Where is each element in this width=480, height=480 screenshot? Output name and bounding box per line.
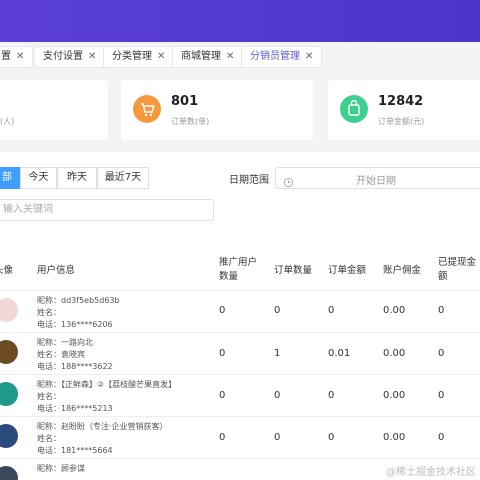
phone: 136****6206 (61, 320, 113, 329)
tab-settings-partial[interactable]: 置 ✕ (0, 46, 34, 68)
promoted-users-value: 0 (219, 305, 226, 316)
field-label: 昵称： (37, 296, 61, 305)
nickname: 【正鲜森】②【荔枝酸芒果直发】 (61, 380, 177, 389)
phone: 186****5213 (61, 404, 113, 413)
nickname: 赵盼盼（专注·企业营销获客） (61, 422, 168, 431)
close-icon[interactable]: ✕ (157, 51, 165, 62)
divider (0, 416, 480, 417)
field-label: 姓名： (37, 308, 61, 317)
field-label: 电话： (37, 320, 61, 329)
promoted-users-value: 0 (219, 348, 226, 359)
bag-icon (340, 95, 368, 123)
clock-icon (283, 173, 294, 192)
date-range-picker[interactable]: 开始日期 (275, 167, 480, 189)
top-header-bar (0, 0, 480, 42)
close-icon[interactable]: ✕ (226, 51, 234, 62)
period-yesterday-button[interactable]: 昨天 (57, 167, 97, 189)
stat-value: 801 (171, 94, 199, 109)
promoted-users-value: 0 (219, 390, 226, 401)
field-label: 电话： (37, 362, 61, 371)
cart-icon (133, 95, 161, 123)
tab-mall-management[interactable]: 商城管理 ✕ (172, 46, 244, 68)
divider (0, 332, 480, 333)
user-info: 昵称：【正鲜森】②【荔枝酸芒果直发】 姓名： 电话：186****5213 (37, 379, 176, 415)
tab-category-management[interactable]: 分类管理 ✕ (103, 46, 175, 68)
real-name: 袁晓宾 (61, 350, 85, 359)
field-label: 昵称： (37, 422, 61, 431)
nickname: dd3f5eb5d63b (61, 296, 120, 305)
tab-distributor-management[interactable]: 分销员管理 ✕ (241, 46, 323, 68)
commission-value: 0.00 (383, 432, 406, 443)
commission-value: 0.00 (383, 348, 406, 359)
column-header-avatar: 头像 (0, 265, 14, 276)
field-label: 姓名： (37, 392, 61, 401)
stat-label: (人) (0, 117, 15, 126)
column-header-withdrawn: 已提现金额 (438, 257, 477, 282)
promoted-users-value: 0 (219, 432, 226, 443)
stat-label: 订单金额(元) (378, 117, 425, 126)
divider (0, 290, 480, 291)
user-info: 昵称：顾参谋 (37, 463, 85, 475)
order-amount-value: 0.01 (328, 348, 351, 359)
tab-label: 商城管理 (181, 51, 221, 62)
tab-label: 支付设置 (43, 51, 83, 62)
nickname: 顾参谋 (61, 464, 85, 473)
field-label: 电话： (37, 446, 61, 455)
order-count-value: 0 (274, 432, 281, 443)
user-info: 昵称：dd3f5eb5d63b 姓名： 电话：136****6206 (37, 295, 120, 331)
phone: 181****5664 (61, 446, 113, 455)
watermark: @稀土掘金技术社区 (386, 467, 476, 478)
close-icon[interactable]: ✕ (305, 51, 313, 62)
start-date-placeholder: 开始日期 (356, 176, 396, 187)
order-amount-value: 0 (328, 390, 335, 401)
column-header-user-info: 用户信息 (37, 265, 76, 276)
period-all-button[interactable]: 部 (0, 167, 20, 189)
stat-value: 12842 (378, 94, 424, 109)
order-amount-value: 0 (328, 432, 335, 443)
stat-card-order-amount: 12842 订单金额(元) (328, 80, 480, 140)
period-last7days-button[interactable]: 最近7天 (97, 167, 149, 189)
withdrawn-value: 0 (438, 390, 445, 401)
column-header-order-amount: 订单金额 (328, 265, 367, 276)
nickname: 一路向北 (61, 338, 93, 347)
user-info: 昵称：赵盼盼（专注·企业营销获客） 姓名： 电话：181****5664 (37, 421, 168, 457)
commission-value: 0.00 (383, 305, 406, 316)
period-today-button[interactable]: 今天 (20, 167, 57, 189)
divider (0, 458, 480, 459)
field-label: 姓名： (37, 434, 61, 443)
keyword-search-input[interactable]: 输入关键词 (0, 199, 214, 221)
stat-card-users: (人) (0, 80, 108, 140)
tab-label: 分类管理 (112, 51, 152, 62)
withdrawn-value: 0 (438, 432, 445, 443)
field-label: 姓名： (37, 350, 61, 359)
order-amount-value: 0 (328, 305, 335, 316)
tabs-bar: 置 ✕ 支付设置 ✕ 分类管理 ✕ 商城管理 ✕ 分销员管理 ✕ (0, 42, 480, 72)
column-header-commission: 账户佣金 (383, 265, 422, 276)
close-icon[interactable]: ✕ (16, 51, 24, 62)
withdrawn-value: 0 (438, 348, 445, 359)
order-count-value: 1 (274, 348, 281, 359)
order-count-value: 0 (274, 390, 281, 401)
tab-payment-settings[interactable]: 支付设置 ✕ (34, 46, 106, 68)
stat-label: 订单数(单) (171, 117, 210, 126)
phone: 188****3622 (61, 362, 113, 371)
user-info: 昵称：一路向北 姓名：袁晓宾 电话：188****3622 (37, 337, 113, 373)
column-header-promoted-users: 推广用户数量 (219, 257, 258, 282)
tab-label: 分销员管理 (250, 51, 300, 62)
withdrawn-value: 0 (438, 305, 445, 316)
field-label: 电话： (37, 404, 61, 413)
order-count-value: 0 (274, 305, 281, 316)
stat-card-orders: 801 订单数(单) (121, 80, 313, 140)
commission-value: 0.00 (383, 390, 406, 401)
field-label: 昵称： (37, 464, 61, 473)
column-header-order-count: 订单数量 (274, 265, 313, 276)
tab-label: 置 (1, 51, 11, 62)
date-range-label: 日期范围 (229, 175, 269, 186)
close-icon[interactable]: ✕ (88, 51, 96, 62)
field-label: 昵称： (37, 338, 61, 347)
divider (0, 374, 480, 375)
field-label: 昵称： (37, 380, 61, 389)
